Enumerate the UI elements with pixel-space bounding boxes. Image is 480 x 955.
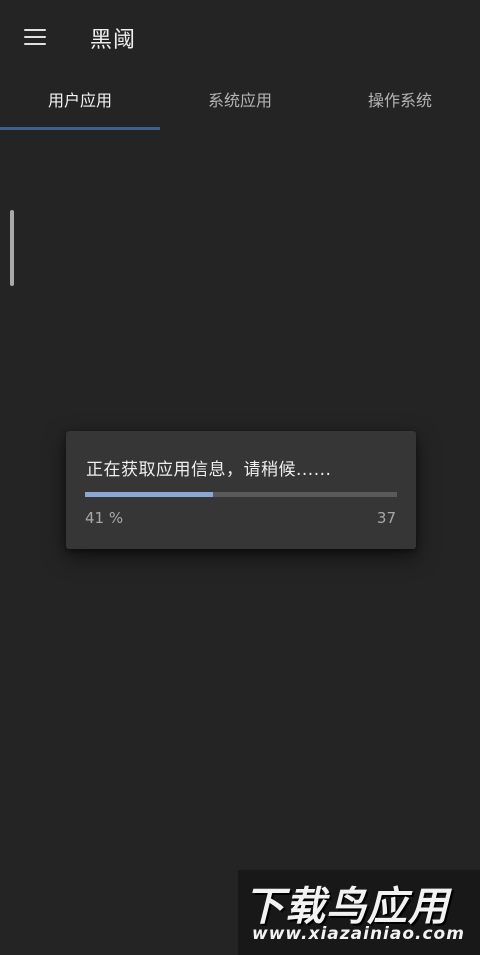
hamburger-menu-icon[interactable] bbox=[24, 28, 46, 46]
progress-percent: 41 % bbox=[85, 509, 124, 527]
watermark-url: www.xiazainiao.com bbox=[252, 924, 465, 944]
tab-system-apps[interactable]: 系统应用 bbox=[160, 76, 320, 130]
tab-bar: 用户应用 系统应用 操作系统 bbox=[0, 76, 480, 130]
app-screen: 黑阈 用户应用 系统应用 操作系统 正在获取应用信息，请稍候...... 41 … bbox=[0, 0, 480, 955]
tab-label: 用户应用 bbox=[47, 91, 112, 110]
tab-user-apps[interactable]: 用户应用 bbox=[0, 76, 160, 130]
progress-count: 37 bbox=[376, 509, 396, 527]
progress-bar bbox=[85, 492, 397, 497]
app-title: 黑阈 bbox=[90, 28, 137, 53]
loading-dialog: 正在获取应用信息，请稍候...... 41 % 37 bbox=[66, 431, 416, 549]
watermark-logo: 下载鸟应用 www.xiazainiao.com bbox=[238, 870, 480, 955]
active-tab-indicator bbox=[0, 127, 160, 130]
dialog-message: 正在获取应用信息，请稍候...... bbox=[86, 460, 332, 480]
top-toolbar: 黑阈 bbox=[0, 0, 480, 76]
progress-bar-fill bbox=[85, 492, 213, 497]
tab-operating-system[interactable]: 操作系统 bbox=[320, 76, 480, 130]
scrollbar[interactable] bbox=[10, 210, 14, 286]
tab-label: 操作系统 bbox=[367, 91, 432, 110]
tab-label: 系统应用 bbox=[207, 91, 272, 110]
